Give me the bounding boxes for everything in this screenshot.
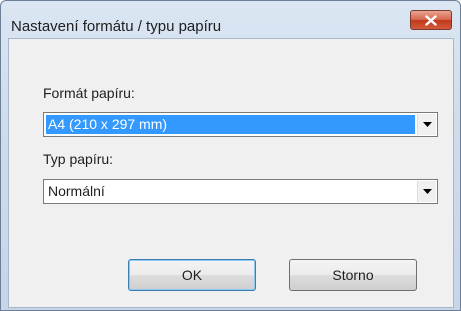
paper-format-select[interactable]: A4 (210 x 297 mm): [43, 112, 438, 137]
paper-type-select[interactable]: Normální: [43, 179, 438, 204]
close-button[interactable]: [410, 10, 452, 30]
window-title: Nastavení formátu / typu papíru: [11, 18, 222, 35]
paper-type-label: Typ papíru:: [43, 151, 114, 167]
ok-button[interactable]: OK: [128, 259, 256, 291]
paper-type-value: Normální: [48, 183, 105, 199]
chevron-down-icon: [422, 189, 432, 194]
paper-format-label: Formát papíru:: [43, 85, 135, 101]
close-icon: [425, 14, 437, 26]
dialog-window: Nastavení formátu / typu papíru Formát p…: [0, 0, 461, 311]
cancel-button[interactable]: Storno: [289, 259, 417, 291]
paper-format-value: A4 (210 x 297 mm): [46, 115, 415, 134]
dialog-body: Formát papíru: A4 (210 x 297 mm) Typ pap…: [8, 38, 454, 308]
title-bar[interactable]: Nastavení formátu / typu papíru: [1, 1, 460, 35]
paper-format-dropdown-button[interactable]: [417, 114, 436, 135]
chevron-down-icon: [422, 122, 432, 127]
paper-type-dropdown-button[interactable]: [417, 181, 436, 202]
